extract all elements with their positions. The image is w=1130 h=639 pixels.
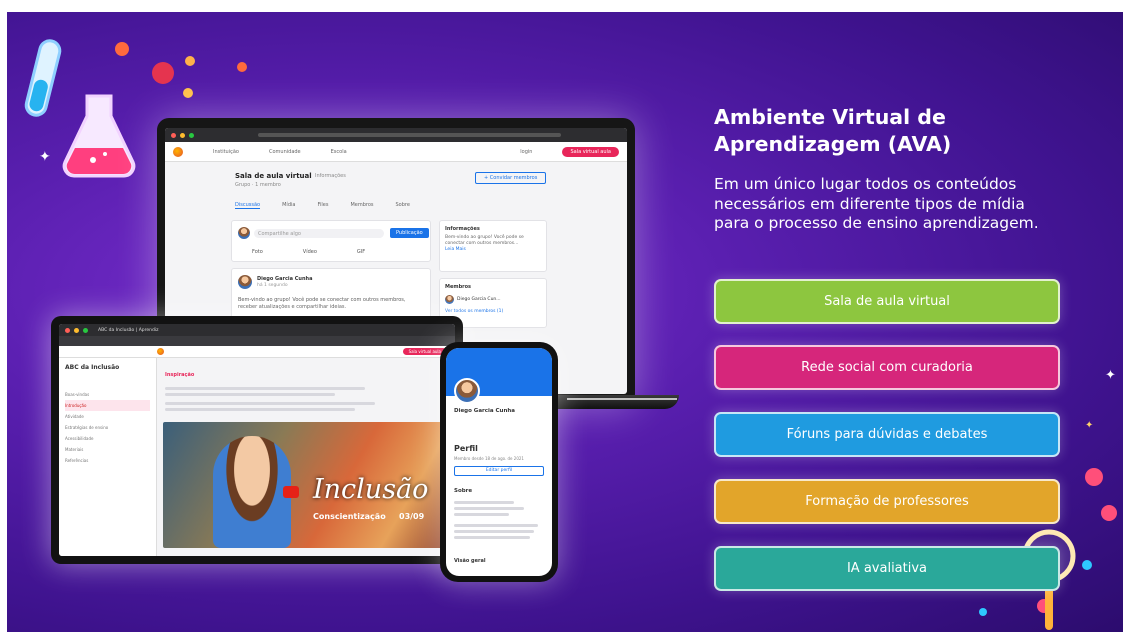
member-name[interactable]: Diego Garcia Cun... [457,297,501,302]
banner-subtitle: Conscientização [313,512,386,521]
invite-button[interactable]: + Convidar membros [475,172,547,184]
nav-item[interactable]: Comunidade [269,149,301,155]
sidebar-item[interactable]: Referências [65,455,150,466]
sparkle-icon: ✦ [1105,368,1116,383]
molecule-dot [183,88,193,98]
flask-icon [62,94,136,178]
sidebar-item[interactable]: Boas-vindas [65,389,150,400]
avatar [238,275,252,289]
banner-date: 03/09 [399,512,425,521]
overview-label: Visão geral [454,558,486,564]
tablet-device: ABC da Inclusão | Aprendiz Sala virtual … [51,316,463,564]
molecule-dot [237,62,247,72]
character-illustration [213,436,291,548]
address-bar[interactable] [258,133,561,137]
tablet-screen: ABC da Inclusão | Aprendiz Sala virtual … [59,324,455,556]
title-line: Ambiente Virtual de [714,105,946,129]
tab-members[interactable]: Membros [350,202,373,209]
joined-date: Membro desde 18 de ago. de 2021 [454,456,524,461]
sidebar-item[interactable]: Materiais [65,444,150,455]
browser-chrome [165,128,627,142]
about-lines [454,498,544,542]
molecule-dot [1101,505,1117,521]
browser-chrome: ABC da Inclusão | Aprendiz [59,324,455,336]
about-title: Sobre [454,488,473,494]
profile-avatar [454,378,480,404]
phone-device: Diego Garcia Cunha Perfil Membro desde 1… [440,342,558,582]
page-title: Ambiente Virtual de Aprendizagem (AVA) [714,104,1094,158]
section-title: Inspiração [165,372,195,378]
url-bar[interactable] [59,336,455,346]
site-logo-icon[interactable] [157,348,164,355]
feature-button-teacher-training[interactable]: Formação de professores [714,479,1060,524]
sidebar-item[interactable]: Estratégias de ensino [65,422,150,433]
feature-button-forums[interactable]: Fóruns para dúvidas e debates [714,412,1060,457]
page-tag: Informações [315,173,346,179]
info-text: Bem-vindo ao grupo! Você pode se conecta… [445,235,524,246]
youtube-play-icon[interactable] [283,486,299,498]
phone-screen: Diego Garcia Cunha Perfil Membro desde 1… [446,348,552,576]
feature-button-ai-assessment[interactable]: IA avaliativa [714,546,1060,591]
photo-action[interactable]: Foto [252,249,263,255]
info-card: Informações Bem-vindo ao grupo! Você pod… [439,220,547,272]
site-navbar: Instituição Comunidade Escola login Sala… [165,142,627,162]
laptop-glow-line [567,398,677,400]
avatar [238,227,250,239]
page-meta: Grupo · 1 membro [235,182,281,188]
molecule-dot [1085,468,1103,486]
edit-profile-button[interactable]: Editar perfil [454,466,544,476]
post-author[interactable]: Diego Garcia Cunha [257,276,312,282]
page-subtitle: Em um único lugar todos os conteúdos nec… [714,175,1039,232]
banner-canvas: ✦ ✦ ✦ Instituição Comunidade Escola logi… [7,12,1123,632]
banner-word: Inclusão [313,474,429,505]
tab-files[interactable]: Files [317,202,328,209]
sidebar-item[interactable]: Acessibilidade [65,433,150,444]
post-text: Bem-vindo ao grupo! Você pode se conecta… [238,297,406,310]
site-logo-icon[interactable] [173,146,183,157]
browser-tab[interactable]: ABC da Inclusão | Aprendiz [98,328,158,333]
molecule-dot [115,42,129,56]
members-link[interactable]: Ver todos os membros (1) [445,309,541,314]
nav-item[interactable]: Escola [331,149,347,155]
info-link[interactable]: Leia Mais [445,247,541,252]
nav-login[interactable]: login [520,149,532,155]
tab-media[interactable]: Mídia [282,202,295,209]
molecule-dot [152,62,174,84]
publish-button[interactable]: Publicação [390,228,429,238]
sidebar-item[interactable]: Atividade [65,411,150,422]
inclusion-banner[interactable]: Inclusão Conscientização 03/09 [163,422,453,548]
sparkle-icon: ✦ [39,149,51,165]
sparkle-icon: ✦ [1085,420,1094,431]
members-title: Membros [445,284,472,290]
compose-card: Compartilhe algo Publicação Foto Vídeo G… [231,220,431,262]
gif-action[interactable]: GIF [357,249,365,255]
compose-input[interactable]: Compartilhe algo [254,229,384,238]
molecule-dot [185,56,195,66]
title-line: Aprendizagem (AVA) [714,132,952,156]
video-action[interactable]: Vídeo [303,249,317,255]
feature-button-virtual-classroom[interactable]: Sala de aula virtual [714,279,1060,324]
profile-name: Diego Garcia Cunha [454,408,516,414]
sidebar-title: ABC da Inclusão [65,364,120,371]
tab-discussion[interactable]: Discussão [235,202,261,209]
avatar [445,295,454,304]
site-navbar: Sala virtual aula [59,346,455,358]
nav-pill-button[interactable]: Sala virtual aula [562,146,619,157]
page-title: Sala de aula virtual [235,172,312,180]
feature-button-social-network[interactable]: Rede social com curadoria [714,345,1060,390]
nav-item[interactable]: Instituição [213,149,239,155]
course-sidebar: ABC da Inclusão Boas-vindas Introdução A… [59,358,157,556]
sidebar-item[interactable]: Introdução [65,400,150,411]
info-title: Informações [445,226,480,232]
molecule-dot [979,608,987,616]
section-text-lines [165,384,385,414]
post-time: há 1 segundo [257,283,288,288]
profile-section: Perfil [454,444,478,453]
tab-about[interactable]: Sobre [395,202,409,209]
